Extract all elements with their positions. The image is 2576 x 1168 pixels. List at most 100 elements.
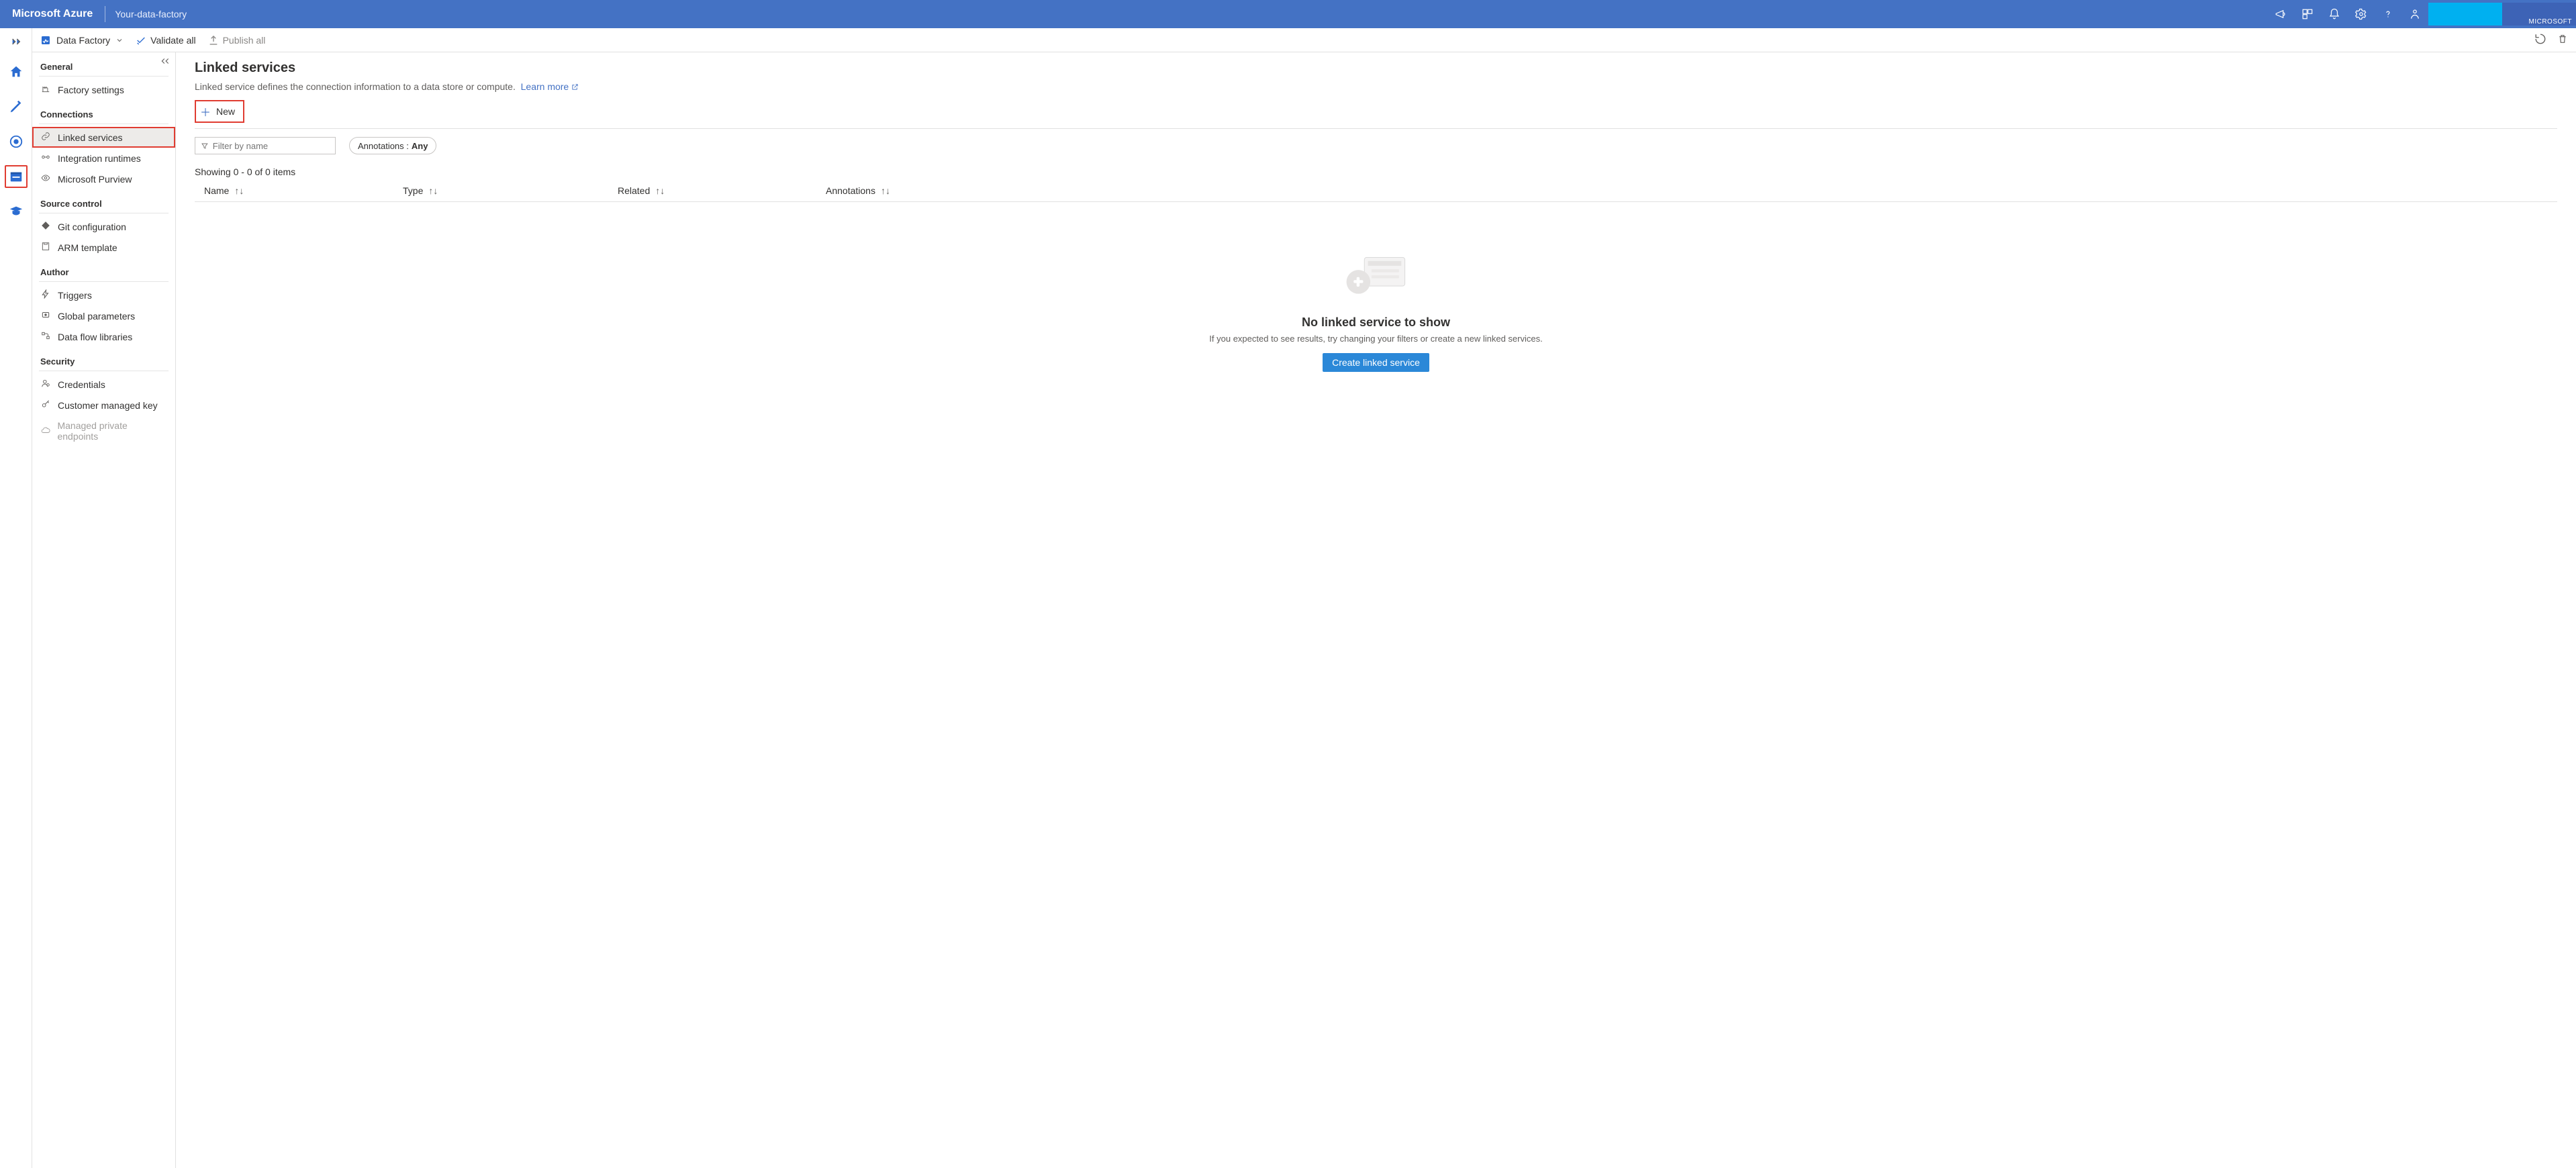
main-area: Data Factory Validate all Publish all [32,28,2576,1168]
col-name[interactable]: Name ↑↓ [195,185,403,196]
col-related[interactable]: Related ↑↓ [618,185,826,196]
page-body: Linked services Linked service defines t… [176,52,2576,1168]
result-count: Showing 0 - 0 of 0 items [195,166,2557,177]
git-icon [40,221,51,232]
announcements-icon[interactable] [2267,0,2294,28]
template-icon [40,242,51,253]
page-title: Linked services [195,60,2557,76]
flow-icon [40,331,51,342]
nav-global-parameters[interactable]: Global parameters [32,305,175,326]
section-author-title: Author [32,258,175,281]
publish-all-label: Publish all [223,35,266,46]
rail-monitor-icon[interactable] [5,130,28,153]
sort-icon[interactable]: ↑↓ [234,185,244,196]
tenant-label: MICROSOFT [2529,18,2573,26]
table-header: Name ↑↓ Type ↑↓ Related ↑↓ Annotations ↑… [195,177,2557,202]
nav-customer-managed-key[interactable]: Customer managed key [32,395,175,416]
scope-label: Data Factory [56,35,110,46]
nav-label: Data flow libraries [58,332,132,342]
scope-picker[interactable]: Data Factory [40,35,124,46]
section-connections-title: Connections [32,100,175,124]
learn-more-link[interactable]: Learn more [521,81,579,92]
annotations-filter[interactable]: Annotations : Any [349,137,436,154]
nav-label: ARM template [58,242,117,253]
publish-all-button[interactable]: Publish all [208,35,266,46]
filter-input-wrap[interactable] [195,137,336,154]
account-tile-light[interactable] [2428,3,2502,26]
nav-label: Integration runtimes [58,153,141,164]
nav-arm-template[interactable]: ARM template [32,237,175,258]
factory-icon [40,84,51,95]
col-type[interactable]: Type ↑↓ [403,185,618,196]
sort-icon[interactable]: ↑↓ [428,185,438,196]
create-linked-service-button[interactable]: Create linked service [1323,353,1429,372]
help-icon[interactable] [2375,0,2401,28]
subtitle-text: Linked service defines the connection in… [195,81,516,92]
manage-nav: General Factory settings Connections Lin… [32,52,176,1168]
nav-dataflow-libraries[interactable]: Data flow libraries [32,326,175,347]
brand[interactable]: Microsoft Azure [0,6,105,22]
nav-microsoft-purview[interactable]: Microsoft Purview [32,168,175,189]
filter-by-name-input[interactable] [213,141,330,151]
feedback-icon[interactable] [2401,0,2428,28]
rail-learn-icon[interactable] [5,200,28,223]
validate-all-button[interactable]: Validate all [136,35,195,46]
empty-illustration-icon [1339,249,1413,303]
left-rail [0,28,32,1168]
rail-author-icon[interactable] [5,95,28,118]
resource-crumb[interactable]: Your-data-factory [105,9,196,19]
nav-label: Microsoft Purview [58,174,132,185]
cloud-icon [40,426,50,437]
col-annotations[interactable]: Annotations ↑↓ [826,185,973,196]
new-button-label: New [216,106,235,117]
rail-expand-button[interactable] [5,35,28,48]
nav-label: Customer managed key [58,400,158,411]
nav-linked-services[interactable]: Linked services [32,127,175,148]
nav-factory-settings[interactable]: Factory settings [32,79,175,100]
sort-icon[interactable]: ↑↓ [881,185,890,196]
new-button[interactable]: ＋ New [195,100,244,123]
nav-managed-private-endpoints: Managed private endpoints [32,416,175,446]
sort-icon[interactable]: ↑↓ [655,185,665,196]
filter-icon [201,142,209,150]
annotations-label: Annotations : [358,141,409,151]
eye-icon [40,173,51,185]
nav-label: Managed private endpoints [57,420,167,442]
rail-home-icon[interactable] [5,60,28,83]
section-source-control-title: Source control [32,189,175,213]
section-general-title: General [32,52,175,76]
external-link-icon [571,83,579,91]
notifications-icon[interactable] [2321,0,2348,28]
refresh-button[interactable] [2534,33,2546,47]
key-icon [40,399,51,411]
nav-git-configuration[interactable]: Git configuration [32,216,175,237]
empty-desc: If you expected to see results, try chan… [195,334,2557,344]
azure-topbar: Microsoft Azure Your-data-factory MICROS… [0,0,2576,28]
nav-label: Git configuration [58,222,126,232]
account-tile-tenant[interactable]: MICROSOFT [2502,3,2576,26]
empty-title: No linked service to show [195,315,2557,330]
nav-label: Credentials [58,379,105,390]
nav-label: Triggers [58,290,92,301]
nav-integration-runtimes[interactable]: Integration runtimes [32,148,175,168]
nav-label: Factory settings [58,85,124,95]
nav-credentials[interactable]: Credentials [32,374,175,395]
rail-manage-icon[interactable] [5,165,28,188]
link-icon [40,132,51,143]
delete-button[interactable] [2557,33,2568,47]
settings-icon[interactable] [2348,0,2375,28]
empty-state: No linked service to show If you expecte… [195,249,2557,372]
page-subtitle: Linked service defines the connection in… [195,81,2557,92]
chevron-down-icon [115,36,124,44]
bolt-icon [40,289,51,301]
copilot-icon[interactable] [2294,0,2321,28]
section-security-title: Security [32,347,175,371]
annotations-value: Any [412,141,428,151]
nav-triggers[interactable]: Triggers [32,285,175,305]
nav-label: Global parameters [58,311,135,322]
param-icon [40,310,51,322]
collapse-panel-button[interactable] [160,56,170,67]
nav-label: Linked services [58,132,123,143]
person-icon [40,379,51,390]
runtime-icon [40,152,51,164]
